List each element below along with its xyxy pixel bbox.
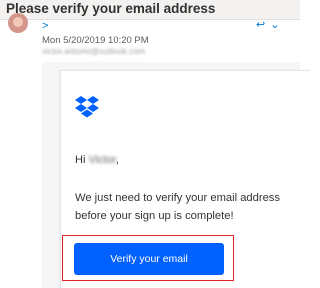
- greeting-name: Victor: [88, 154, 116, 166]
- subject-bar: Please verify your email address: [0, 0, 300, 20]
- greeting-prefix: Hi: [75, 154, 89, 166]
- expand-sender-chevron-icon[interactable]: >: [42, 20, 48, 32]
- greeting-suffix: ,: [115, 154, 119, 166]
- recipient-address: victor.arborio@outlook.com: [42, 46, 146, 56]
- body-text-line-2: before your sign up is complete!: [75, 210, 234, 222]
- verify-email-button[interactable]: Verify your email: [74, 243, 224, 275]
- email-subject: Please verify your email address: [6, 1, 216, 16]
- body-text-line-1: We just need to verify your email addres…: [75, 192, 280, 204]
- sender-avatar[interactable]: [8, 13, 28, 33]
- greeting: Hi Victor,: [75, 154, 119, 166]
- email-date: Mon 5/20/2019 10:20 PM: [42, 35, 149, 46]
- dropbox-logo-icon: [75, 96, 99, 118]
- reply-actions-icon[interactable]: ↩ ⌄: [256, 18, 281, 31]
